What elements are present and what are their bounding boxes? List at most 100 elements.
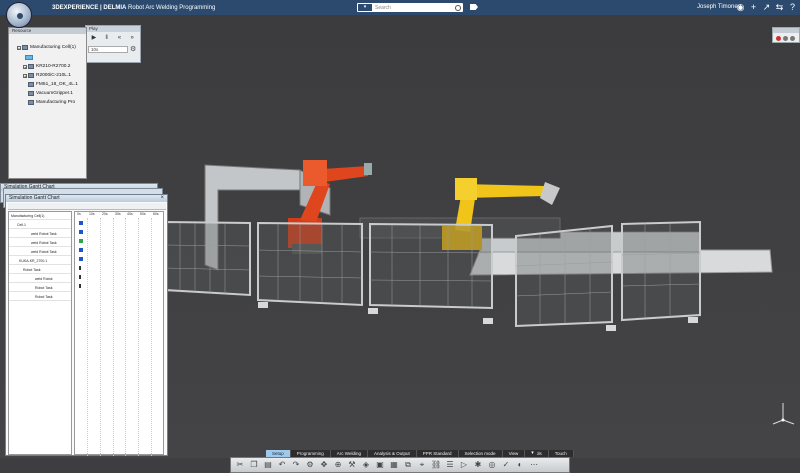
gantt-row[interactable]: Robot Task [9,266,71,274]
camera-tool-icon[interactable]: ◎ [487,460,497,470]
part-icon [28,91,34,96]
user-icon[interactable]: ◉ [735,2,746,13]
tree-item-process[interactable]: Manufacturing Pro [28,100,75,105]
gantt-bar[interactable] [79,230,83,234]
axis-triad-icon[interactable] [770,400,796,426]
measure-icon[interactable]: ⌖ [417,460,427,470]
gantt-bar[interactable] [79,266,81,270]
speed-field[interactable]: 10x [88,45,128,53]
share-icon[interactable]: ↗ [761,2,772,13]
expand-icon[interactable]: + [23,64,27,69]
tree-item-root[interactable]: − Manufacturing Cell(1) [17,45,76,50]
gear-icon[interactable]: ⚙ [130,45,136,53]
gantt-row[interactable]: weld Robot Task [9,248,71,256]
help-icon[interactable]: ? [787,2,798,13]
play-icon[interactable]: ▶ [89,35,99,42]
expand-icon[interactable]: + [23,73,27,78]
tree-item-gripper[interactable]: VacuumGripper.1 [28,91,73,96]
gantt-row[interactable]: KUKA-KR_2700.1 [9,257,71,265]
gantt-row[interactable]: Cell.1 [9,221,71,229]
play-panel: Play ▶ ‖ « » 10x ⚙ [85,25,141,63]
robot-icon [28,64,34,69]
tree-item-fence[interactable]: FM51_18_OK_4L.1 [28,82,78,87]
part-icon [28,82,34,87]
check-icon[interactable]: ✓ [501,460,511,470]
gantt-chart-window: Simulation Gantt Chart × Manufacturing C… [5,194,168,456]
simulate-icon[interactable]: ▷ [459,460,469,470]
gantt-bar[interactable] [79,239,83,243]
gantt-row[interactable]: weld Robot [9,275,71,283]
cut-icon[interactable]: ✂ [235,460,245,470]
part-tool-icon[interactable]: ▣ [375,460,385,470]
clash-icon[interactable]: ✱ [473,460,483,470]
step-forward-icon[interactable]: » [127,35,137,42]
communities-icon[interactable]: ⇆ [774,2,785,13]
step-back-icon[interactable]: « [115,35,125,42]
process-icon [28,100,34,105]
gantt-title: Simulation Gantt Chart [6,195,167,202]
compass-icon[interactable] [6,2,32,28]
chevron-down-icon[interactable]: ▾ [528,450,537,457]
search-icon[interactable] [455,4,461,11]
app-module: Robot Arc Welding Programming [128,4,216,11]
more-icon[interactable]: ⋯ [529,460,539,470]
mechanism-icon[interactable]: ⚒ [347,460,357,470]
record-icon[interactable] [776,36,781,41]
paste-icon[interactable]: ▤ [263,460,273,470]
gantt-row[interactable]: Robot Task [9,284,71,292]
group-icon[interactable]: ⧉ [403,460,413,470]
robot-tool-icon[interactable]: ⚙ [305,460,315,470]
gantt-bar[interactable] [79,257,83,261]
tag-icon[interactable] [470,4,478,10]
layer-icon[interactable]: ☰ [445,460,455,470]
selected-icon [25,55,33,60]
gantt-column-header: 0s [77,212,81,216]
tab-arc-welding[interactable]: Arc Welding [330,450,368,457]
add-icon[interactable]: + [748,2,759,13]
tab-selection-mode[interactable]: Selection mode [458,450,503,457]
copy-icon[interactable]: ❐ [249,460,259,470]
close-icon[interactable]: × [160,195,164,201]
camera-icon[interactable] [783,36,788,41]
search-box[interactable]: ▾ Search [357,3,463,12]
gantt-column-header: 10s [89,212,95,216]
tab-programming[interactable]: Programming [290,450,331,457]
tab-setup[interactable]: Setup [266,450,291,457]
search-input[interactable]: Search [375,5,391,11]
snap-icon[interactable]: ⊕ [333,460,343,470]
link-icon[interactable]: ⛓ [431,460,441,470]
gantt-column-header: 30s [115,212,121,216]
tag-tool-icon[interactable]: ◈ [361,460,371,470]
tab-view[interactable]: View [502,450,526,457]
tab-touch[interactable]: Touch [548,450,574,457]
gantt-bar[interactable] [79,248,83,252]
pause-icon[interactable]: ‖ [102,35,112,42]
grid-icon[interactable]: ▦ [389,460,399,470]
cell-icon [22,45,28,50]
app-title: 3DEXPERIENCE | DELMIA Robot Arc Welding … [52,5,215,11]
gantt-row[interactable]: Manufacturing Cell(1) [9,212,71,220]
gantt-column-header: 60s [153,212,159,216]
gantt-bar[interactable] [79,221,83,225]
gantt-row[interactable]: weld Robot Task [9,239,71,247]
gantt-bar[interactable] [79,284,81,288]
undo-icon[interactable]: ↶ [277,460,287,470]
tab-ppr-standard[interactable]: PPR Standard [416,450,459,457]
gantt-timeline[interactable]: 0s 10s 20s 30s 40s 50s 60s [74,211,164,456]
settings-icon[interactable] [790,36,795,41]
move-icon[interactable]: ✥ [319,460,329,470]
redo-icon[interactable]: ↷ [291,460,301,470]
tab-analysis-output[interactable]: Analysis & Output [367,450,417,457]
gantt-bar[interactable] [79,275,81,279]
gantt-row[interactable]: weld Robot Task [9,230,71,238]
tree-item-fanuc[interactable]: + R2000iC-210L.1 [23,73,71,78]
gantt-activity-list: Manufacturing Cell(1) Cell.1 weld Robot … [8,211,72,455]
gantt-column-header: 40s [127,212,133,216]
gantt-row[interactable]: Robot Task [9,293,71,301]
tree-item-kuka[interactable]: + KR210-R2700.2 [23,64,70,69]
expand-icon[interactable]: − [17,45,21,50]
robot-icon [28,73,34,78]
search-scope-icon[interactable]: ▾ [358,4,372,11]
tree-item-selected[interactable] [25,55,35,60]
analysis-icon[interactable]: ◐ [515,460,525,470]
